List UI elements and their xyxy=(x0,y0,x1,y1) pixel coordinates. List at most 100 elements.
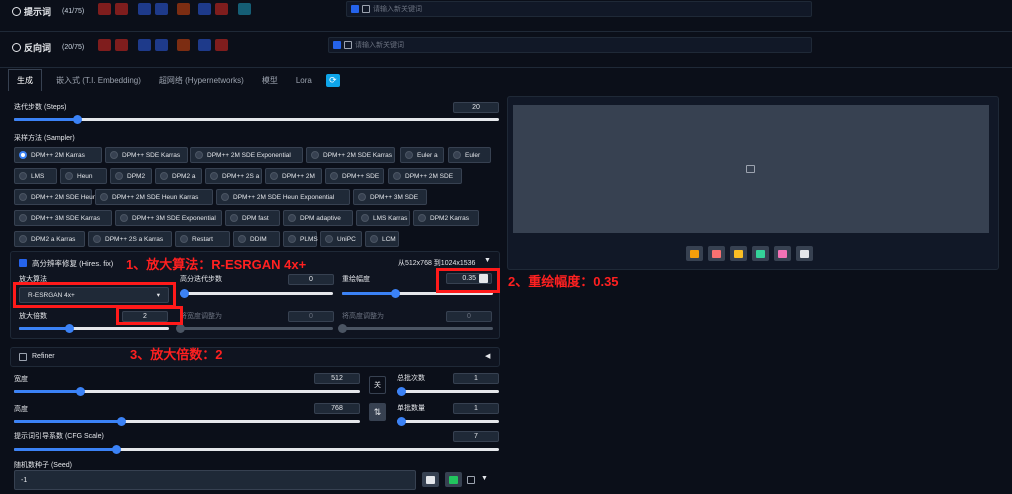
radio-icon[interactable] xyxy=(393,172,401,180)
radio-icon[interactable] xyxy=(100,193,108,201)
radio-icon[interactable] xyxy=(120,214,128,222)
radio-icon[interactable] xyxy=(180,235,188,243)
folder-icon[interactable] xyxy=(686,246,703,261)
copy-icon[interactable] xyxy=(138,39,151,51)
width-slider[interactable] xyxy=(14,387,360,396)
tab-lora[interactable]: Lora xyxy=(292,72,316,89)
hires-fix-toggle[interactable]: ▼ xyxy=(484,257,491,264)
radio-icon[interactable] xyxy=(361,214,369,222)
radio-icon[interactable] xyxy=(418,214,426,222)
steps-slider[interactable] xyxy=(14,115,499,124)
radio-icon[interactable] xyxy=(405,151,413,159)
settings-icon[interactable] xyxy=(238,3,251,15)
radio-icon[interactable] xyxy=(221,193,229,201)
batch-count-input[interactable]: 1 xyxy=(453,373,499,384)
batch-count-slider[interactable] xyxy=(397,387,499,396)
radio-icon[interactable] xyxy=(230,214,238,222)
copy-icon[interactable] xyxy=(138,3,151,15)
sampler-option[interactable]: UniPC xyxy=(320,231,362,247)
prompt-keyword-input[interactable]: 请输入新关键词 xyxy=(346,1,812,17)
sampler-option[interactable]: DPM2 a xyxy=(155,168,202,184)
radio-icon[interactable] xyxy=(453,151,461,159)
radio-icon[interactable] xyxy=(19,214,27,222)
radio-icon[interactable] xyxy=(288,214,296,222)
radio-icon[interactable] xyxy=(110,151,118,159)
image-icon[interactable] xyxy=(752,246,769,261)
sampler-option[interactable]: DPM2 Karras xyxy=(413,210,479,226)
collapse-icon[interactable] xyxy=(12,43,21,52)
trash-icon[interactable] xyxy=(215,3,228,15)
sampler-option[interactable]: DPM++ SDE Karras xyxy=(105,147,188,163)
sampler-option[interactable]: LCM xyxy=(365,231,399,247)
extra-seed-checkbox[interactable] xyxy=(467,476,475,484)
sampler-option[interactable]: DPM++ 3M SDE Karras xyxy=(14,210,112,226)
batch-size-input[interactable]: 1 xyxy=(453,403,499,414)
ruler-icon[interactable] xyxy=(796,246,813,261)
radio-icon[interactable] xyxy=(195,151,203,159)
seed-input[interactable]: -1 xyxy=(14,470,416,490)
height-slider[interactable] xyxy=(14,417,360,426)
sampler-option[interactable]: Euler xyxy=(448,147,491,163)
radio-icon[interactable] xyxy=(238,235,246,243)
hires-fix-checkbox[interactable] xyxy=(19,259,27,267)
sampler-option[interactable]: LMS Karras xyxy=(356,210,410,226)
swap-dimensions-button-top[interactable]: 关 xyxy=(369,376,386,394)
width-input[interactable]: 512 xyxy=(314,373,360,384)
dice-icon[interactable] xyxy=(422,472,439,487)
history-icon[interactable] xyxy=(177,39,190,51)
trash-icon[interactable] xyxy=(215,39,228,51)
batch-size-slider[interactable] xyxy=(397,417,499,426)
radio-icon[interactable] xyxy=(311,151,319,159)
palette-icon[interactable] xyxy=(774,246,791,261)
delete-icon[interactable] xyxy=(115,39,128,51)
radio-icon[interactable] xyxy=(358,193,366,201)
radio-icon[interactable] xyxy=(210,172,218,180)
radio-icon[interactable] xyxy=(65,172,73,180)
cfg-slider[interactable] xyxy=(14,445,499,454)
radio-icon[interactable] xyxy=(270,172,278,180)
sampler-option[interactable]: DPM++ 2M SDE Karras xyxy=(306,147,395,163)
steps-input[interactable]: 20 xyxy=(453,102,499,113)
radio-icon[interactable] xyxy=(370,235,378,243)
tab-model[interactable]: 模型 xyxy=(258,71,282,90)
sampler-option[interactable]: DPM2 a Karras xyxy=(14,231,85,247)
sampler-option[interactable]: DPM2 xyxy=(110,168,152,184)
sampler-option[interactable]: DPM++ 2M SDE Heun Karras xyxy=(95,189,213,205)
radio-icon[interactable] xyxy=(115,172,123,180)
seed-extra-toggle[interactable]: ▼ xyxy=(481,475,488,482)
tab-embedding[interactable]: 嵌入式 (T.I. Embedding) xyxy=(52,71,145,90)
sampler-option[interactable]: PLMS xyxy=(283,231,318,247)
resize-height-input[interactable]: 0 xyxy=(446,311,492,322)
radio-icon[interactable] xyxy=(19,172,27,180)
sampler-option[interactable]: Euler a xyxy=(400,147,444,163)
import-icon[interactable] xyxy=(198,39,211,51)
delete-icon[interactable] xyxy=(115,3,128,15)
clear-icon[interactable] xyxy=(98,39,111,51)
radio-icon[interactable] xyxy=(160,172,168,180)
scale-slider[interactable] xyxy=(19,324,169,333)
radio-icon[interactable] xyxy=(288,235,296,243)
hires-steps-input[interactable]: 0 xyxy=(288,274,334,285)
refiner-checkbox[interactable] xyxy=(19,353,27,361)
radio-icon[interactable] xyxy=(93,235,101,243)
radio-icon[interactable] xyxy=(19,235,27,243)
negative-keyword-input[interactable]: 请输入新关键词 xyxy=(328,37,812,53)
tab-generate[interactable]: 生成 xyxy=(8,69,42,91)
resize-width-input[interactable]: 0 xyxy=(288,311,334,322)
sampler-option[interactable]: Restart xyxy=(175,231,230,247)
radio-icon[interactable] xyxy=(330,172,338,180)
sampler-option[interactable]: DPM++ 2M Karras xyxy=(14,147,102,163)
refresh-icon[interactable]: ⟳ xyxy=(325,73,340,87)
import-icon[interactable] xyxy=(198,3,211,15)
sampler-option[interactable]: DPM++ 2M SDE Exponential xyxy=(190,147,303,163)
zip-icon[interactable] xyxy=(730,246,747,261)
sampler-option[interactable]: DPM++ 3M SDE xyxy=(353,189,427,205)
sampler-option[interactable]: DPM++ 2S a xyxy=(205,168,262,184)
sampler-option[interactable]: DPM++ 2M SDE Heun Exponential xyxy=(216,189,350,205)
refiner-toggle[interactable]: ◀ xyxy=(485,352,490,360)
paste-icon[interactable] xyxy=(155,39,168,51)
history-icon[interactable] xyxy=(177,3,190,15)
sampler-option[interactable]: DPM++ 2S a Karras xyxy=(88,231,172,247)
sampler-option[interactable]: DPM adaptive xyxy=(283,210,353,226)
radio-icon[interactable] xyxy=(325,235,333,243)
